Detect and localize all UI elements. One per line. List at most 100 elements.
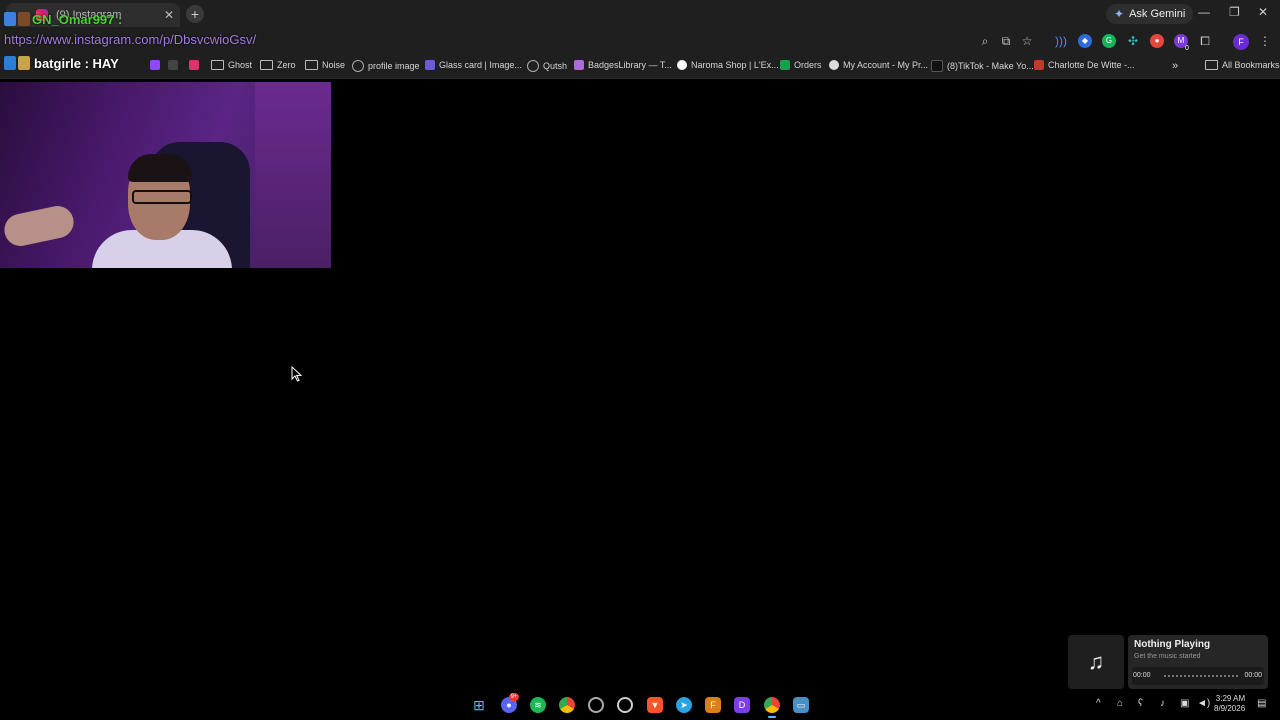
- network-icon[interactable]: ▣: [1180, 698, 1189, 709]
- microphone-icon[interactable]: ♪: [1160, 698, 1165, 709]
- bookmark-item[interactable]: Charlotte De Witte -...: [1034, 60, 1135, 70]
- bookmark-label: profile image: [368, 61, 420, 71]
- tiktok-icon: [931, 60, 943, 72]
- extension-cyan-icon[interactable]: ✣: [1126, 34, 1140, 48]
- chrome-active-icon[interactable]: [764, 697, 780, 718]
- bookmark-instagram[interactable]: [189, 60, 199, 70]
- profile-avatar[interactable]: F: [1233, 34, 1249, 50]
- hand-icon: [829, 60, 839, 70]
- menu-kebab-icon[interactable]: ⋮: [1258, 34, 1272, 48]
- maximize-button[interactable]: ❐: [1229, 5, 1240, 19]
- twitch-icon: [150, 60, 160, 70]
- volume-icon[interactable]: ◄): [1197, 698, 1210, 709]
- bookmark-label: Glass card | Image...: [439, 60, 522, 70]
- close-window-button[interactable]: ✕: [1258, 5, 1268, 19]
- app-circle-icon[interactable]: [617, 697, 633, 713]
- discord-badge: 9+: [509, 693, 519, 701]
- badge-icon: [574, 60, 584, 70]
- more-bookmarks-icon[interactable]: »: [1172, 60, 1178, 72]
- folder-icon: [1205, 60, 1218, 70]
- extension-red-icon[interactable]: ●: [1150, 34, 1164, 48]
- media-title: Nothing Playing: [1134, 639, 1211, 650]
- system-clock[interactable]: 3:29 AM 8/9/2026: [1214, 694, 1245, 714]
- tray-overflow-icon[interactable]: ^: [1096, 698, 1101, 709]
- naroma-icon: [677, 60, 687, 70]
- bookmark-threads[interactable]: [168, 60, 178, 70]
- tray-gamepad-icon[interactable]: ⌂: [1117, 698, 1123, 709]
- fl-studio-icon[interactable]: F: [705, 697, 721, 713]
- bookmark-item[interactable]: Glass card | Image...: [425, 60, 522, 70]
- bookmark-label: Orders: [794, 60, 822, 70]
- bookmark-label: Naroma Shop | L'Ex...: [691, 60, 779, 70]
- bookmark-label: Ghost: [228, 60, 253, 70]
- bookmark-star-icon[interactable]: ☆: [1020, 34, 1034, 48]
- remote-desktop-icon[interactable]: ▭: [793, 697, 809, 713]
- extension-blue-icon[interactable]: ◆: [1078, 34, 1092, 48]
- webcam-arm: [1, 203, 77, 249]
- instagram-icon: [189, 60, 199, 70]
- chat-badge-icon: [4, 56, 16, 70]
- f-icon: [425, 60, 435, 70]
- all-bookmarks-button[interactable]: All Bookmarks: [1205, 60, 1280, 70]
- obs-icon[interactable]: [588, 697, 604, 713]
- webcam-hair: [128, 154, 192, 182]
- chat-avatar-icon: [18, 56, 30, 70]
- clock-time: 3:29 AM: [1215, 694, 1246, 703]
- media-track[interactable]: [1164, 675, 1238, 677]
- bookmark-label: My Account - My Pr...: [843, 60, 929, 70]
- bookmark-item[interactable]: Naroma Shop | L'Ex...: [677, 60, 779, 70]
- bookmark-label: Charlotte De Witte -...: [1048, 60, 1135, 70]
- folder-icon: [211, 60, 224, 70]
- close-tab-icon[interactable]: ✕: [164, 8, 174, 22]
- clock-date: 8/9/2026: [1214, 704, 1246, 713]
- globe-icon: [352, 60, 364, 72]
- windows-start-icon[interactable]: ⊞: [471, 697, 487, 713]
- sheets-icon: [780, 60, 790, 70]
- bookmark-item[interactable]: BadgesLibrary — T...: [574, 60, 672, 70]
- gemini-icon: ✦: [1114, 7, 1125, 21]
- ask-gemini-button[interactable]: ✦ Ask Gemini: [1106, 4, 1194, 24]
- spotify-icon[interactable]: ≋: [530, 697, 546, 713]
- bookmark-item[interactable]: (8)TikTok - Make Yo...: [931, 60, 1034, 72]
- webcam-wall: [255, 82, 331, 268]
- webcam-feed: [0, 82, 331, 268]
- bookmark-twitch[interactable]: [150, 60, 160, 70]
- bookmark-item[interactable]: Noise: [305, 60, 345, 70]
- extensions-puzzle-icon[interactable]: ⧠: [1198, 34, 1212, 48]
- wave-extension-icon[interactable]: ))): [1054, 34, 1068, 48]
- grammarly-icon[interactable]: G: [1102, 34, 1116, 48]
- tab-bar: (9) Instagram ✕ + ✦ Ask Gemini — ❐ ✕: [0, 0, 1280, 28]
- webcam-glasses: [132, 190, 192, 204]
- bookmark-label: (8)TikTok - Make Yo...: [947, 61, 1034, 71]
- bookmark-label: Zero: [277, 60, 296, 70]
- media-subtitle: Get the music started: [1134, 653, 1201, 660]
- all-bookmarks-label: All Bookmarks: [1222, 60, 1280, 70]
- minimize-button[interactable]: —: [1198, 5, 1210, 19]
- bookmark-item[interactable]: profile image: [352, 60, 420, 72]
- install-app-icon[interactable]: ⧉: [999, 34, 1013, 48]
- media-player-widget[interactable]: Nothing Playing Get the music started 00…: [1128, 635, 1268, 689]
- bookmark-label: Qutsh: [543, 61, 568, 71]
- brave-icon[interactable]: ▼: [647, 697, 663, 713]
- mouse-cursor-icon: [291, 366, 303, 382]
- purple-app-icon[interactable]: D: [734, 697, 750, 713]
- folder-icon: [260, 60, 273, 70]
- new-tab-button[interactable]: +: [186, 5, 204, 23]
- zoom-icon[interactable]: ⌕: [978, 34, 992, 48]
- tray-app-icon[interactable]: ʕ: [1138, 698, 1143, 709]
- chat-message-1: GN_Omar997 :: [32, 12, 123, 27]
- bookmark-item[interactable]: Ghost: [211, 60, 252, 70]
- chat-avatar-icon: [18, 12, 30, 26]
- music-note-icon: ♫: [1068, 635, 1124, 689]
- telegram-icon[interactable]: ➤: [676, 697, 692, 713]
- bookmark-item[interactable]: Zero: [260, 60, 296, 70]
- media-timeline[interactable]: 00:00 00:00: [1132, 667, 1264, 685]
- chrome-icon[interactable]: [559, 697, 575, 713]
- bookmarks-bar: Ghost Zero Noise profile image Glass car…: [0, 56, 1280, 79]
- bookmark-item[interactable]: Qutsh: [527, 60, 567, 72]
- bookmark-item[interactable]: Orders: [780, 60, 822, 70]
- threads-icon: [168, 60, 178, 70]
- bookmark-item[interactable]: My Account - My Pr...: [829, 60, 928, 70]
- notifications-icon[interactable]: ▤: [1257, 698, 1266, 709]
- bookmark-label: Noise: [322, 60, 346, 70]
